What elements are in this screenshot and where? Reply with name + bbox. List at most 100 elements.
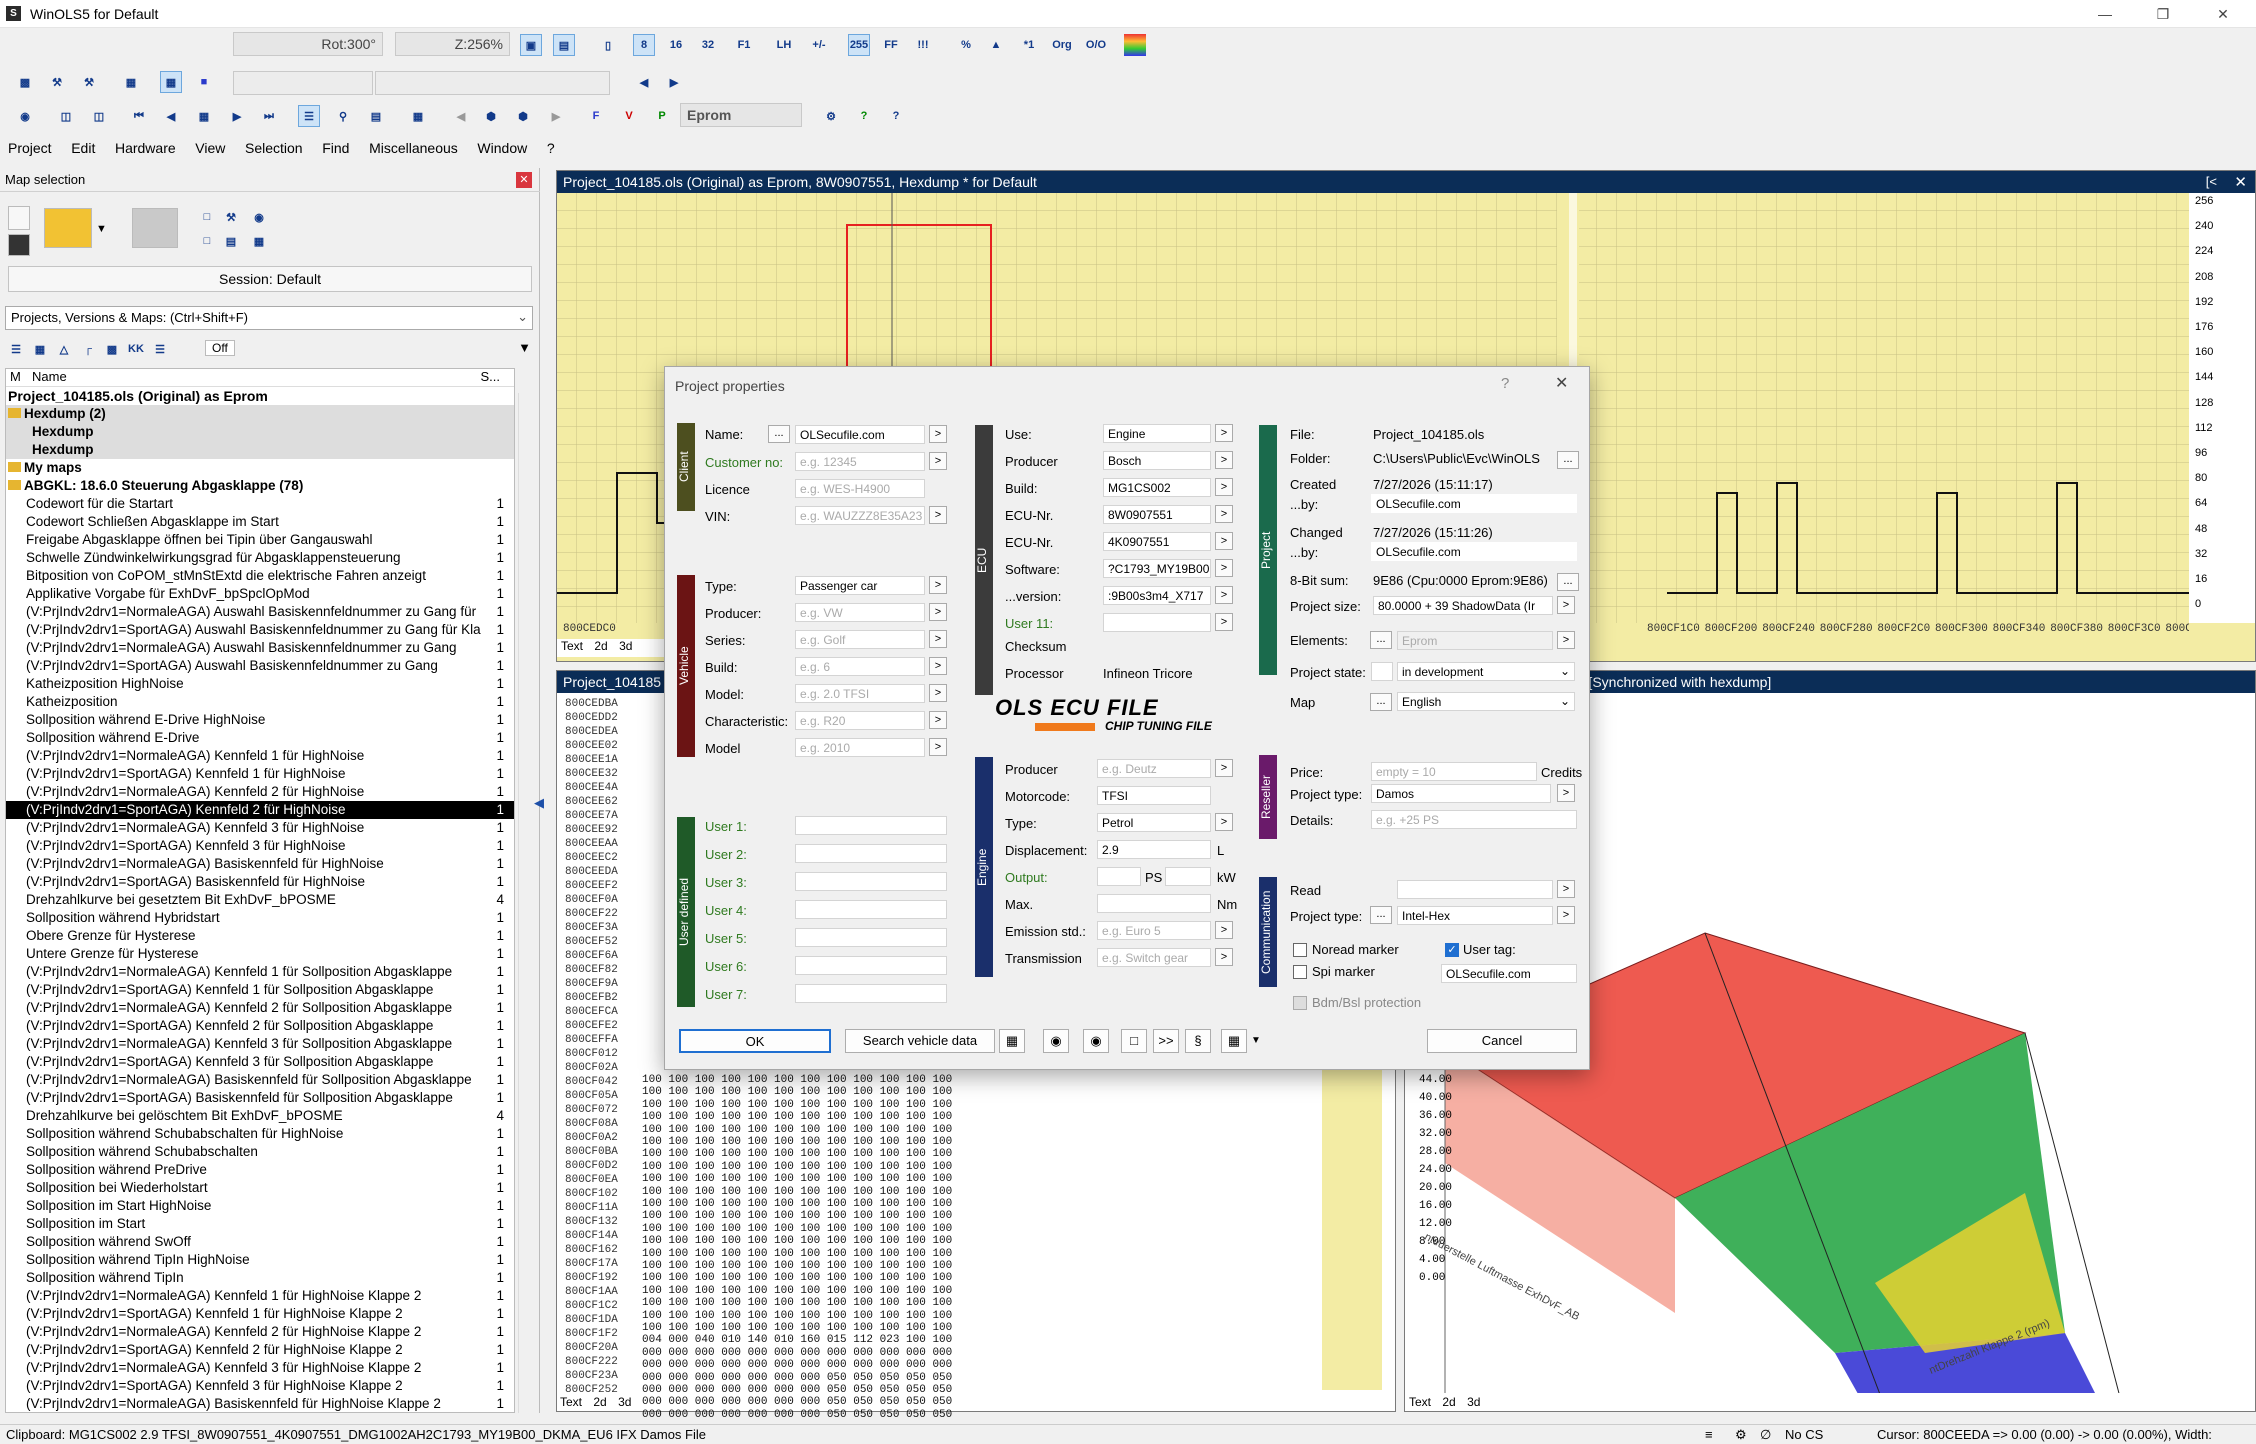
- tree-item[interactable]: (V:PrjIndv2drv1=NormaleAGA) Kennfeld 1 f…: [6, 747, 514, 765]
- tree-item[interactable]: (V:PrjIndv2drv1=SportAGA) Kennfeld 3 für…: [6, 1377, 514, 1395]
- hex-data-row[interactable]: 000 000 000 000 000 000 000 050 050 050 …: [642, 1372, 952, 1384]
- max-field[interactable]: [1097, 894, 1211, 913]
- characteristic-field[interactable]: e.g. R20: [795, 711, 925, 730]
- tree-item[interactable]: (V:PrjIndv2drv1=NormaleAGA) Kennfeld 3 f…: [6, 1035, 514, 1053]
- tab-3d[interactable]: 3d: [1463, 1395, 1484, 1409]
- session-button[interactable]: Session: Default: [8, 266, 532, 292]
- usertag-checkbox[interactable]: ✓: [1445, 943, 1459, 957]
- kk-filter-icon[interactable]: KK: [125, 338, 147, 360]
- project-line[interactable]: Project_104185.ols (Original) as Eprom: [6, 387, 514, 405]
- tree-item[interactable]: Sollposition bei Wiederholstart 1: [6, 1179, 514, 1197]
- tree-item[interactable]: Freigabe Abgasklappe öffnen bei Tipin üb…: [6, 531, 514, 549]
- zoom-spinner[interactable]: Z:256%: [395, 32, 510, 56]
- first-icon[interactable]: ⏮: [128, 105, 150, 127]
- globe-icon[interactable]: ◉: [248, 206, 270, 228]
- tree-scrollbar[interactable]: [518, 393, 534, 1413]
- factor-icon[interactable]: *1: [1018, 34, 1040, 56]
- tab-2d[interactable]: 2d: [590, 639, 611, 653]
- ecu-nr2-field[interactable]: 4K0907551: [1103, 532, 1211, 551]
- cancel-button[interactable]: Cancel: [1427, 1029, 1577, 1053]
- globe-upload-icon[interactable]: ◉: [1083, 1029, 1109, 1053]
- comm-ptype-button[interactable]: ...: [1370, 906, 1392, 924]
- menu-find[interactable]: Find: [314, 137, 357, 159]
- engine-type-arrow[interactable]: >: [1215, 813, 1233, 831]
- tree-item[interactable]: (V:PrjIndv2drv1=NormaleAGA) Auswahl Basi…: [6, 603, 514, 621]
- model-year-field[interactable]: e.g. 2010: [795, 738, 925, 757]
- close-panel-icon[interactable]: ✕: [516, 172, 532, 188]
- ecu-nr2-arrow[interactable]: >: [1215, 532, 1233, 550]
- ecu-build-arrow[interactable]: >: [1215, 478, 1233, 496]
- tree-item[interactable]: (V:PrjIndv2drv1=SportAGA) Kennfeld 1 für…: [6, 1305, 514, 1323]
- lohi-icon[interactable]: LH: [773, 34, 795, 56]
- list-icon[interactable]: ☰: [298, 105, 320, 127]
- col-m-header[interactable]: M: [10, 369, 21, 384]
- tree-item[interactable]: Hexdump: [6, 441, 514, 459]
- tree-item[interactable]: (V:PrjIndv2drv1=NormaleAGA) Kennfeld 2 f…: [6, 783, 514, 801]
- tree-item[interactable]: Codewort Schließen Abgasklappe im Start 1: [6, 513, 514, 531]
- name-field[interactable]: OLSecufile.com: [795, 425, 925, 444]
- output-kw-field[interactable]: [1165, 867, 1211, 886]
- user11-arrow[interactable]: >: [1215, 613, 1233, 631]
- reseller-ptype-arrow[interactable]: >: [1557, 784, 1575, 802]
- vehicle-build-field[interactable]: e.g. 6: [795, 657, 925, 676]
- color-palette-icon[interactable]: [1124, 34, 1146, 56]
- tree-item[interactable]: Sollposition während TipIn HighNoise 1: [6, 1251, 514, 1269]
- hex-data-row[interactable]: 100 100 100 100 100 100 100 100 100 100 …: [642, 1173, 952, 1185]
- tab-3d[interactable]: 3d: [614, 1395, 635, 1409]
- ecu-build-field[interactable]: MG1CS002: [1103, 478, 1211, 497]
- dialog-close-icon[interactable]: ✕: [1555, 373, 1568, 393]
- tree-item[interactable]: (V:PrjIndv2drv1=SportAGA) Kennfeld 2 für…: [6, 1017, 514, 1035]
- hex-data-row[interactable]: 000 000 000 000 000 000 000 000 000 000 …: [642, 1347, 952, 1359]
- arrow-right-icon[interactable]: ▶: [663, 71, 685, 93]
- menu-selection[interactable]: Selection: [237, 137, 311, 159]
- tree-item[interactable]: Sollposition während TipIn 1: [6, 1269, 514, 1287]
- chevron-down-icon[interactable]: ▼: [96, 223, 107, 235]
- vehicle-build-arrow[interactable]: >: [929, 657, 947, 675]
- import-icon[interactable]: ◫: [88, 105, 110, 127]
- hex-data-row[interactable]: 100 100 100 100 100 100 100 100 100 100 …: [642, 1210, 952, 1222]
- ecu-producer-arrow[interactable]: >: [1215, 451, 1233, 469]
- tool-icon[interactable]: ⚒: [46, 71, 68, 93]
- hex-data-row[interactable]: 100 100 100 100 100 100 100 100 100 100 …: [642, 1198, 952, 1210]
- ecu-producer-field[interactable]: Bosch: [1103, 451, 1211, 470]
- sign-icon[interactable]: +/-: [808, 34, 830, 56]
- hex-data-row[interactable]: 100 100 100 100 100 100 100 100 100 100 …: [642, 1086, 952, 1098]
- reseller-ptype-field[interactable]: Damos: [1371, 784, 1551, 803]
- menu-window[interactable]: Window: [469, 137, 535, 159]
- tab-text[interactable]: Text: [557, 639, 587, 653]
- tree-item[interactable]: Obere Grenze für Hysterese 1: [6, 927, 514, 945]
- ecu-nr1-field[interactable]: 8W0907551: [1103, 505, 1211, 524]
- hex-data-row[interactable]: 100 100 100 100 100 100 100 100 100 100 …: [642, 1248, 952, 1260]
- usertag-field[interactable]: OLSecufile.com: [1441, 964, 1577, 983]
- paragraph-button[interactable]: §: [1185, 1029, 1211, 1053]
- engine-producer-arrow[interactable]: >: [1215, 759, 1233, 777]
- tree-item[interactable]: Sollposition im Start HighNoise 1: [6, 1197, 514, 1215]
- chart-icon[interactable]: ▩: [14, 71, 36, 93]
- chip-icon[interactable]: ◉: [14, 105, 36, 127]
- project-state-color[interactable]: [1371, 662, 1393, 681]
- tree-item[interactable]: Sollposition während E-Drive 1: [6, 729, 514, 747]
- dialog-help-button[interactable]: ?: [1501, 375, 1509, 392]
- series-field[interactable]: e.g. Golf: [795, 630, 925, 649]
- project-size-arrow[interactable]: >: [1557, 596, 1575, 614]
- hex-data-row[interactable]: 004 000 040 010 140 010 160 015 112 023 …: [642, 1334, 952, 1346]
- hex-data-row[interactable]: 100 100 100 100 100 100 100 100 100 100 …: [642, 1260, 952, 1272]
- tree-item[interactable]: (V:PrjIndv2drv1=NormaleAGA) Kennfeld 3 f…: [6, 819, 514, 837]
- menu-view[interactable]: View: [187, 137, 233, 159]
- user-field-input[interactable]: [795, 844, 947, 863]
- user-field-input[interactable]: [795, 900, 947, 919]
- motorcode-field[interactable]: TFSI: [1097, 786, 1211, 805]
- vin-arrow-button[interactable]: >: [929, 506, 947, 524]
- tree-item[interactable]: (V:PrjIndv2drv1=NormaleAGA) Auswahl Basi…: [6, 639, 514, 657]
- noread-checkbox[interactable]: [1293, 943, 1307, 957]
- software-arrow[interactable]: >: [1215, 559, 1233, 577]
- read-field[interactable]: [1397, 880, 1553, 899]
- user11-field[interactable]: [1103, 613, 1211, 632]
- hex-data-row[interactable]: 100 100 100 100 100 100 100 100 100 100 …: [642, 1322, 952, 1334]
- hex-data-row[interactable]: 100 100 100 100 100 100 100 100 100 100 …: [642, 1124, 952, 1136]
- tree-item[interactable]: (V:PrjIndv2drv1=NormaleAGA) Basiskennfel…: [6, 855, 514, 873]
- use-arrow[interactable]: >: [1215, 424, 1233, 442]
- settings-icon[interactable]: ⚙: [820, 105, 842, 127]
- transmission-field[interactable]: e.g. Switch gear: [1097, 948, 1211, 967]
- graph-filter-icon[interactable]: ▩: [101, 338, 123, 360]
